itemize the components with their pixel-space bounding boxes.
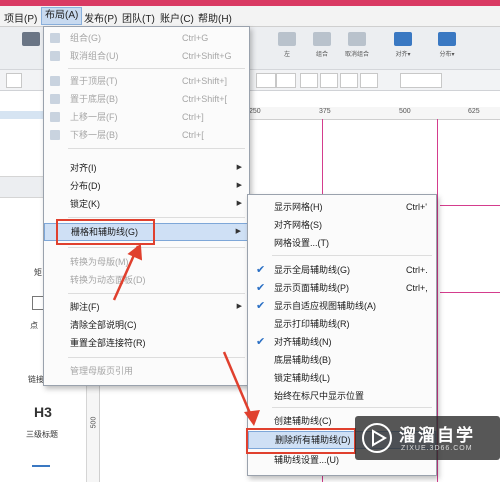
watermark-logo: 溜溜自学 ZIXUE.3D66.COM bbox=[355, 416, 500, 460]
annotation-arrow bbox=[222, 351, 254, 419]
annotation-arrows bbox=[112, 243, 260, 426]
watermark-subtitle: ZIXUE.3D66.COM bbox=[401, 445, 473, 452]
watermark-title: 溜溜自学 bbox=[399, 426, 475, 445]
play-logo-icon bbox=[362, 423, 392, 453]
annotation-arrowhead bbox=[127, 243, 143, 261]
annotation-arrowhead bbox=[244, 410, 260, 426]
